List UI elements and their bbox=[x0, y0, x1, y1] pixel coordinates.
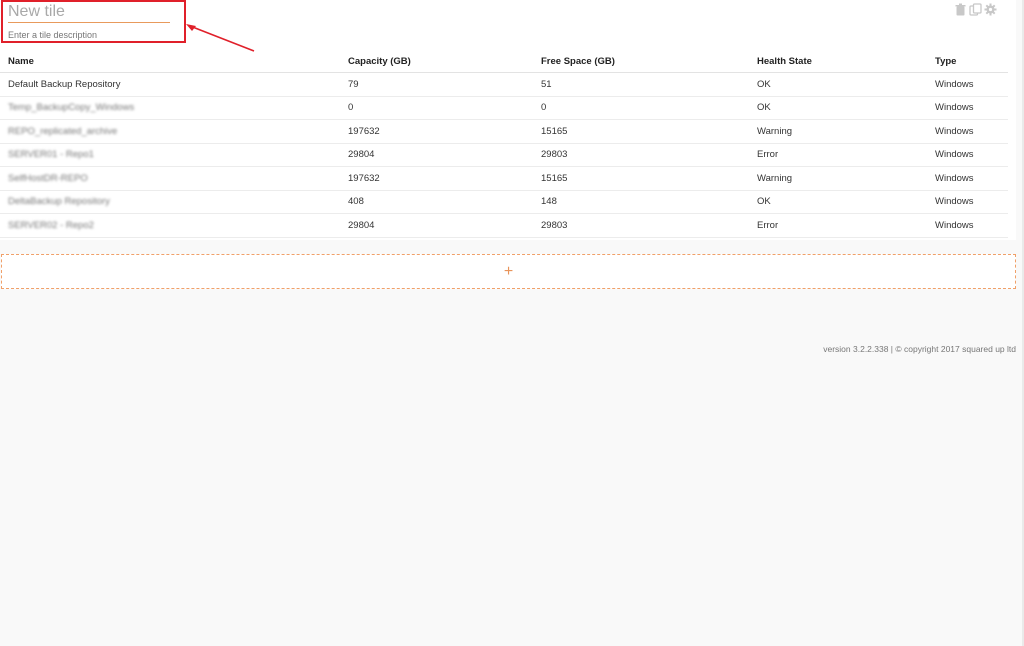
cell-free-space: 15165 bbox=[533, 119, 749, 144]
column-header-name[interactable]: Name bbox=[0, 51, 340, 73]
cell-health-state: OK bbox=[749, 72, 927, 97]
cell-name: DeltaBackup Repository bbox=[0, 190, 340, 214]
cell-health-state: Error bbox=[749, 213, 927, 238]
cell-capacity: 408 bbox=[340, 190, 533, 214]
cell-name: Temp_BackupCopy_Windows bbox=[0, 96, 340, 120]
cell-name: Default Backup Repository bbox=[0, 72, 340, 97]
table-row[interactable]: DeltaBackup Repository 408 148 OK Window… bbox=[0, 190, 1008, 214]
cell-health-state: Warning bbox=[749, 166, 927, 191]
redacted-name: Temp_BackupCopy_Windows bbox=[8, 102, 135, 114]
cell-name: SERVER02 - Repo2 bbox=[0, 213, 340, 238]
cell-name: REPO_replicated_archive bbox=[0, 119, 340, 144]
tile-panel: Name Capacity (GB) Free Space (GB) Healt… bbox=[0, 0, 1016, 240]
delete-icon[interactable] bbox=[954, 3, 967, 16]
cell-type: Windows bbox=[927, 119, 1008, 144]
cell-capacity: 29804 bbox=[340, 143, 533, 167]
table-row[interactable]: Temp_BackupCopy_Windows 0 0 OK Windows bbox=[0, 96, 1008, 120]
redacted-name: SERVER02 - Repo2 bbox=[8, 219, 94, 231]
redacted-name: SelfHostDR-REPO bbox=[8, 172, 88, 184]
table-row[interactable]: SERVER02 - Repo2 29804 29803 Error Windo… bbox=[0, 213, 1008, 238]
cell-capacity: 29804 bbox=[340, 213, 533, 238]
cell-capacity: 197632 bbox=[340, 119, 533, 144]
cell-type: Windows bbox=[927, 72, 1008, 97]
cell-free-space: 148 bbox=[533, 190, 749, 214]
cell-type: Windows bbox=[927, 213, 1008, 238]
cell-type: Windows bbox=[927, 143, 1008, 167]
cell-health-state: Warning bbox=[749, 119, 927, 144]
cell-health-state: Error bbox=[749, 143, 927, 167]
table-header-row: Name Capacity (GB) Free Space (GB) Healt… bbox=[0, 51, 1008, 73]
column-header-type[interactable]: Type bbox=[927, 51, 1008, 73]
table-row[interactable]: REPO_replicated_archive 197632 15165 War… bbox=[0, 119, 1008, 144]
cell-free-space: 51 bbox=[533, 72, 749, 97]
copy-icon[interactable] bbox=[969, 3, 982, 16]
cell-health-state: OK bbox=[749, 190, 927, 214]
cell-free-space: 0 bbox=[533, 96, 749, 120]
tile-description-input[interactable] bbox=[8, 28, 178, 41]
tile-title-input[interactable] bbox=[8, 2, 170, 23]
add-tile-button[interactable]: + bbox=[1, 254, 1016, 289]
redacted-name: SERVER01 - Repo1 bbox=[8, 149, 94, 161]
cell-type: Windows bbox=[927, 96, 1008, 120]
cell-free-space: 29803 bbox=[533, 213, 749, 238]
table-row[interactable]: Default Backup Repository 79 51 OK Windo… bbox=[0, 72, 1008, 97]
redacted-name: DeltaBackup Repository bbox=[8, 196, 110, 208]
column-header-health-state[interactable]: Health State bbox=[749, 51, 927, 73]
footer-version: version 3.2.2.338 | © copyright 2017 squ… bbox=[823, 344, 1016, 354]
column-header-free-space[interactable]: Free Space (GB) bbox=[533, 51, 749, 73]
tile-actions bbox=[954, 3, 997, 16]
cell-type: Windows bbox=[927, 166, 1008, 191]
cell-capacity: 197632 bbox=[340, 166, 533, 191]
gear-icon[interactable] bbox=[984, 3, 997, 16]
column-header-capacity[interactable]: Capacity (GB) bbox=[340, 51, 533, 73]
cell-capacity: 79 bbox=[340, 72, 533, 97]
cell-free-space: 15165 bbox=[533, 166, 749, 191]
cell-health-state: OK bbox=[749, 96, 927, 120]
cell-name: SelfHostDR-REPO bbox=[0, 166, 340, 191]
cell-capacity: 0 bbox=[340, 96, 533, 120]
repository-table: Name Capacity (GB) Free Space (GB) Healt… bbox=[0, 51, 1008, 238]
cell-free-space: 29803 bbox=[533, 143, 749, 167]
plus-icon: + bbox=[503, 262, 514, 280]
table-row[interactable]: SelfHostDR-REPO 197632 15165 Warning Win… bbox=[0, 166, 1008, 191]
redacted-name: REPO_replicated_archive bbox=[8, 125, 118, 137]
table-row[interactable]: SERVER01 - Repo1 29804 29803 Error Windo… bbox=[0, 143, 1008, 167]
cell-type: Windows bbox=[927, 190, 1008, 214]
cell-name: SERVER01 - Repo1 bbox=[0, 143, 340, 167]
